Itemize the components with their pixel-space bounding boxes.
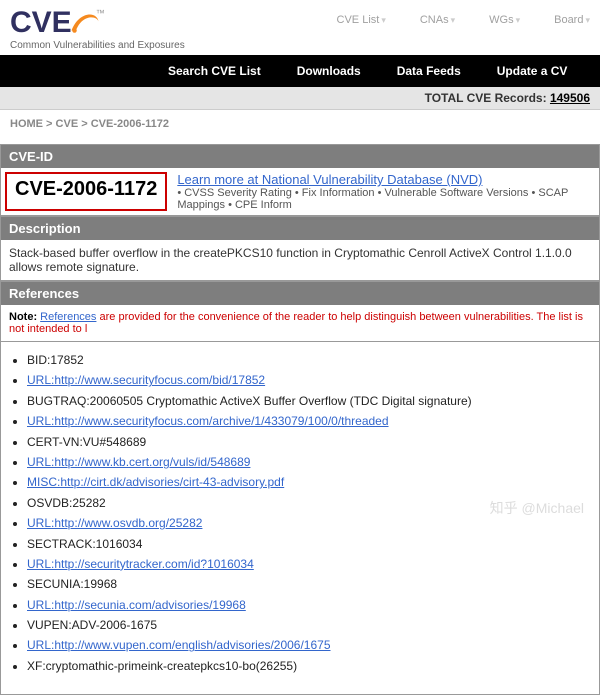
reference-link[interactable]: URL:http://www.vupen.com/english/advisor… [27,638,331,652]
reference-link[interactable]: MISC:http://cirt.dk/advisories/cirt-43-a… [27,475,284,489]
action-downloads[interactable]: Downloads [279,61,379,81]
logo[interactable]: CVE ™ Common Vulnerabilities and Exposur… [10,8,185,51]
reference-item: SECUNIA:19968 [27,574,591,594]
reference-item: SECTRACK:1016034 [27,534,591,554]
totals-label: TOTAL CVE Records: [425,91,547,105]
section-cveid: CVE-ID [0,144,600,168]
description-text: Stack-based buffer overflow in the creat… [0,240,600,281]
crumb-leaf: CVE-2006-1172 [91,118,169,130]
nav-cve-list[interactable]: CVE List [337,14,386,26]
totals-row: TOTAL CVE Records: 149506 [0,87,600,110]
reference-item: URL:http://www.kb.cert.org/vuls/id/54868… [27,452,591,472]
section-description: Description [0,216,600,240]
action-feeds[interactable]: Data Feeds [379,61,479,81]
reference-link[interactable]: URL:http://securitytracker.com/id?101603… [27,557,254,571]
section-references: References [0,281,600,305]
reference-item: URL:http://www.vupen.com/english/advisor… [27,635,591,655]
logo-swoosh-icon [70,8,100,38]
reference-item: URL:http://securitytracker.com/id?101603… [27,554,591,574]
reference-item: BID:17852 [27,350,591,370]
reference-link[interactable]: URL:http://secunia.com/advisories/19968 [27,598,246,612]
logo-text: CVE [10,8,72,38]
logo-tagline: Common Vulnerabilities and Exposures [10,40,185,51]
reference-link[interactable]: URL:http://www.securityfocus.com/archive… [27,414,389,428]
reference-item: MISC:http://cirt.dk/advisories/cirt-43-a… [27,472,591,492]
top-nav: CVE List CNAs WGs Board [337,8,590,26]
reference-item: URL:http://secunia.com/advisories/19968 [27,595,591,615]
references-list: BID:17852 URL:http://www.securityfocus.co… [0,342,600,695]
nvd-link[interactable]: Learn more at National Vulnerability Dat… [177,172,482,187]
reference-link[interactable]: URL:http://www.securityfocus.com/bid/178… [27,373,265,387]
nav-board[interactable]: Board [554,14,590,26]
reference-link[interactable]: URL:http://www.osvdb.org/25282 [27,516,202,530]
nav-wgs[interactable]: WGs [489,14,520,26]
action-search[interactable]: Search CVE List [150,61,279,81]
action-bar: Search CVE List Downloads Data Feeds Upd… [0,55,600,87]
references-note: Note: References are provided for the co… [0,305,600,342]
reference-item: VUPEN:ADV-2006-1675 [27,615,591,635]
nvd-meta: • CVSS Severity Rating • Fix Information… [177,187,568,211]
action-update[interactable]: Update a CV [479,61,586,81]
note-bold: Note: [9,311,37,323]
watermark: 知乎 @Michael [490,498,584,518]
reference-item: CERT-VN:VU#548689 [27,432,591,452]
reference-item: BUGTRAQ:20060505 Cryptomathic ActiveX Bu… [27,391,591,411]
reference-link[interactable]: URL:http://www.kb.cert.org/vuls/id/54868… [27,455,250,469]
breadcrumb: HOME > CVE > CVE-2006-1172 [0,110,600,144]
crumb-home[interactable]: HOME [10,118,43,130]
reference-item: URL:http://www.securityfocus.com/bid/178… [27,370,591,390]
reference-item: URL:http://www.securityfocus.com/archive… [27,411,591,431]
nav-cnas[interactable]: CNAs [420,14,455,26]
note-link[interactable]: References [40,311,96,323]
crumb-cve[interactable]: CVE [56,118,79,130]
totals-count-link[interactable]: 149506 [550,91,590,105]
note-rest: are provided for the convenience of the … [9,311,583,335]
cve-id-value: CVE-2006-1172 [5,172,167,211]
header-row: CVE ™ Common Vulnerabilities and Exposur… [0,0,600,55]
cveid-row: CVE-2006-1172 Learn more at National Vul… [0,168,600,216]
reference-item: XF:cryptomathic-primeink-createpkcs10-bo… [27,656,591,676]
